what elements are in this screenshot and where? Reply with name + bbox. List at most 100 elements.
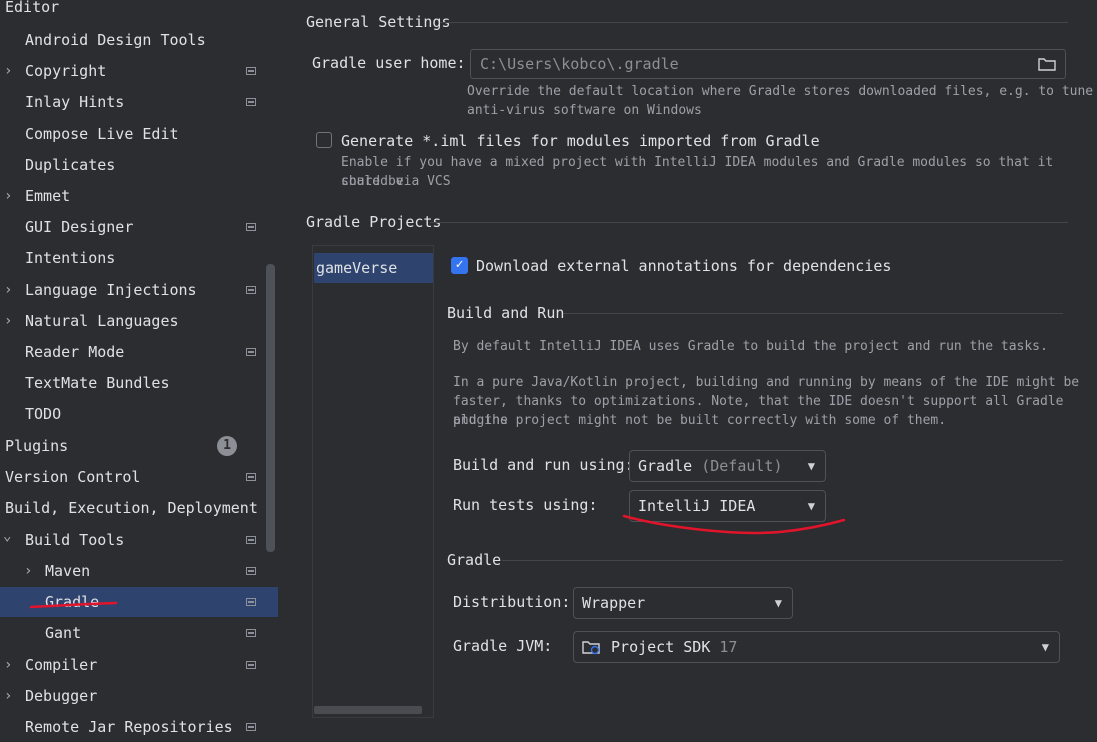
gradle-jvm-dropdown[interactable]: Project SDK 17 ▼ bbox=[573, 631, 1060, 663]
gradle-settings-panel: General Settings Gradle user home: C:\Us… bbox=[280, 0, 1097, 741]
build-run-desc-4: and the project might not be built corre… bbox=[453, 413, 947, 428]
build-and-run-using-value: Gradle bbox=[638, 457, 693, 475]
tree-item-debugger[interactable]: › Debugger bbox=[0, 681, 278, 711]
gradle-user-home-label: Gradle user home: bbox=[312, 54, 466, 72]
project-settings-icon bbox=[246, 536, 256, 544]
download-annotations-checkbox[interactable]: ✓ bbox=[451, 257, 468, 274]
separator bbox=[430, 222, 1068, 223]
gradle-jvm-value: Project SDK bbox=[611, 638, 711, 656]
gradle-jvm-label: Gradle JVM: bbox=[453, 637, 553, 655]
tree-item-duplicates[interactable]: Duplicates bbox=[0, 150, 278, 180]
project-settings-icon bbox=[246, 285, 256, 294]
project-settings-icon bbox=[246, 598, 256, 606]
separator bbox=[440, 22, 1068, 23]
generate-iml-label[interactable]: Generate *.iml files for modules importe… bbox=[341, 131, 820, 151]
chevron-right-icon[interactable]: › bbox=[4, 650, 12, 680]
folder-icon[interactable] bbox=[1038, 56, 1056, 71]
tree-item-label: Build Tools bbox=[25, 531, 125, 549]
tree-item-label: Android Design Tools bbox=[25, 31, 206, 49]
list-horizontal-scrollbar[interactable] bbox=[314, 706, 422, 714]
tree-item-label: TextMate Bundles bbox=[25, 374, 170, 393]
tree-item-label: Debugger bbox=[25, 687, 98, 705]
project-settings-icon bbox=[246, 473, 256, 481]
build-and-run-using-default: (Default) bbox=[701, 457, 783, 475]
tree-item-compiler[interactable]: › Compiler bbox=[0, 650, 278, 680]
tree-item-emmet[interactable]: › Emmet bbox=[0, 181, 278, 211]
tree-item-label: Maven bbox=[45, 562, 91, 580]
chevron-down-icon: ▼ bbox=[1041, 640, 1049, 654]
gradle-section-title: Gradle bbox=[447, 551, 502, 569]
distribution-label: Distribution: bbox=[453, 593, 571, 611]
project-settings-icon bbox=[246, 67, 256, 76]
tree-item-reader-mode[interactable]: Reader Mode bbox=[0, 337, 278, 367]
general-settings-title: General Settings bbox=[306, 13, 451, 31]
project-settings-icon bbox=[246, 98, 256, 107]
distribution-value: Wrapper bbox=[582, 594, 646, 612]
tree-item-remote-jar-repositories[interactable]: Remote Jar Repositories bbox=[0, 712, 278, 742]
project-settings-icon bbox=[246, 223, 256, 232]
generate-iml-checkbox[interactable] bbox=[316, 132, 332, 148]
gradle-projects-list[interactable]: gameVerse bbox=[312, 245, 434, 718]
gradle-projects-title: Gradle Projects bbox=[306, 213, 442, 231]
gradle-user-home-hint-1: Override the default location where Grad… bbox=[467, 84, 1094, 99]
chevron-down-icon: ▼ bbox=[774, 596, 782, 610]
settings-sidebar: Editor Android Design Tools › Copyright Inl… bbox=[0, 0, 280, 741]
chevron-right-icon[interactable]: › bbox=[4, 275, 12, 305]
build-and-run-using-label: Build and run using: bbox=[453, 456, 634, 474]
chevron-right-icon[interactable]: › bbox=[4, 306, 12, 336]
build-and-run-using-dropdown[interactable]: Gradle (Default) ▼ bbox=[629, 450, 826, 482]
gradle-user-home-field[interactable]: C:\Users\kobco\.gradle bbox=[470, 49, 1066, 79]
tree-header-editor[interactable]: Editor bbox=[5, 0, 59, 22]
red-underline-annotation bbox=[622, 514, 846, 535]
tree-item-intentions[interactable]: Intentions bbox=[0, 243, 278, 273]
tree-item-label: Intentions bbox=[25, 249, 116, 268]
chevron-down-icon: ▼ bbox=[807, 459, 815, 473]
tree-item-copyright[interactable]: › Copyright bbox=[0, 56, 278, 86]
tree-item-todo[interactable]: TODO bbox=[0, 399, 278, 429]
tree-item-label: Inlay Hints bbox=[25, 93, 125, 112]
tree-item-gant[interactable]: Gant bbox=[0, 618, 278, 648]
tree-item-maven[interactable]: › Maven bbox=[0, 556, 278, 586]
project-settings-icon bbox=[246, 348, 256, 356]
project-item-gameverse[interactable]: gameVerse bbox=[314, 253, 433, 283]
tree-item-version-control[interactable]: Version Control bbox=[0, 462, 278, 492]
tree-item-label: Language Injections bbox=[25, 280, 197, 299]
plugins-update-badge: 1 bbox=[217, 436, 237, 456]
tree-item-label: Natural Languages bbox=[25, 311, 179, 330]
tree-item-textmate-bundles[interactable]: TextMate Bundles bbox=[0, 368, 278, 398]
distribution-dropdown[interactable]: Wrapper ▼ bbox=[573, 587, 793, 619]
tree-item-inlay-hints[interactable]: Inlay Hints bbox=[0, 87, 278, 117]
build-run-desc-1: By default IntelliJ IDEA uses Gradle to … bbox=[453, 339, 1048, 354]
chevron-right-icon[interactable]: › bbox=[4, 181, 12, 211]
sidebar-scrollbar[interactable] bbox=[266, 264, 275, 552]
tree-item-label: Gant bbox=[45, 624, 82, 642]
chevron-right-icon[interactable]: › bbox=[4, 56, 12, 86]
tree-item-label: Compiler bbox=[25, 656, 98, 674]
red-underline-annotation bbox=[29, 601, 118, 609]
run-tests-using-label: Run tests using: bbox=[453, 496, 598, 514]
tree-item-language-injections[interactable]: › Language Injections bbox=[0, 275, 278, 305]
generate-iml-hint-2: shared via VCS bbox=[341, 174, 451, 189]
tree-item-compose-live-edit[interactable]: Compose Live Edit bbox=[0, 119, 278, 149]
gradle-jvm-version: 17 bbox=[719, 638, 738, 656]
tree-item-build-execution-deployment[interactable]: Build, Execution, Deployment bbox=[0, 493, 278, 523]
tree-item-label: Version Control bbox=[5, 468, 141, 486]
tree-item-build-tools[interactable]: ⌄ Build Tools bbox=[0, 525, 278, 555]
tree-item-label: Plugins bbox=[5, 437, 69, 455]
tree-item-label: Duplicates bbox=[25, 155, 116, 174]
project-settings-icon bbox=[246, 723, 256, 731]
tree-item-natural-languages[interactable]: › Natural Languages bbox=[0, 306, 278, 336]
gradle-user-home-hint-2: anti-virus software on Windows bbox=[467, 103, 702, 118]
chevron-right-icon[interactable]: › bbox=[24, 556, 32, 586]
tree-item-plugins[interactable]: Plugins 1 bbox=[0, 431, 278, 461]
project-settings-icon bbox=[246, 629, 256, 637]
project-sdk-folder-icon bbox=[582, 641, 600, 655]
chevron-down-icon[interactable]: ⌄ bbox=[3, 521, 11, 551]
tree-item-android-design-tools[interactable]: Android Design Tools bbox=[0, 25, 278, 55]
download-annotations-label[interactable]: Download external annotations for depend… bbox=[476, 256, 891, 276]
tree-item-label: Copyright bbox=[25, 62, 107, 81]
tree-item-gui-designer[interactable]: GUI Designer bbox=[0, 212, 278, 242]
separator bbox=[502, 560, 1063, 561]
chevron-right-icon[interactable]: › bbox=[4, 681, 12, 711]
tree-item-label: TODO bbox=[25, 405, 62, 424]
